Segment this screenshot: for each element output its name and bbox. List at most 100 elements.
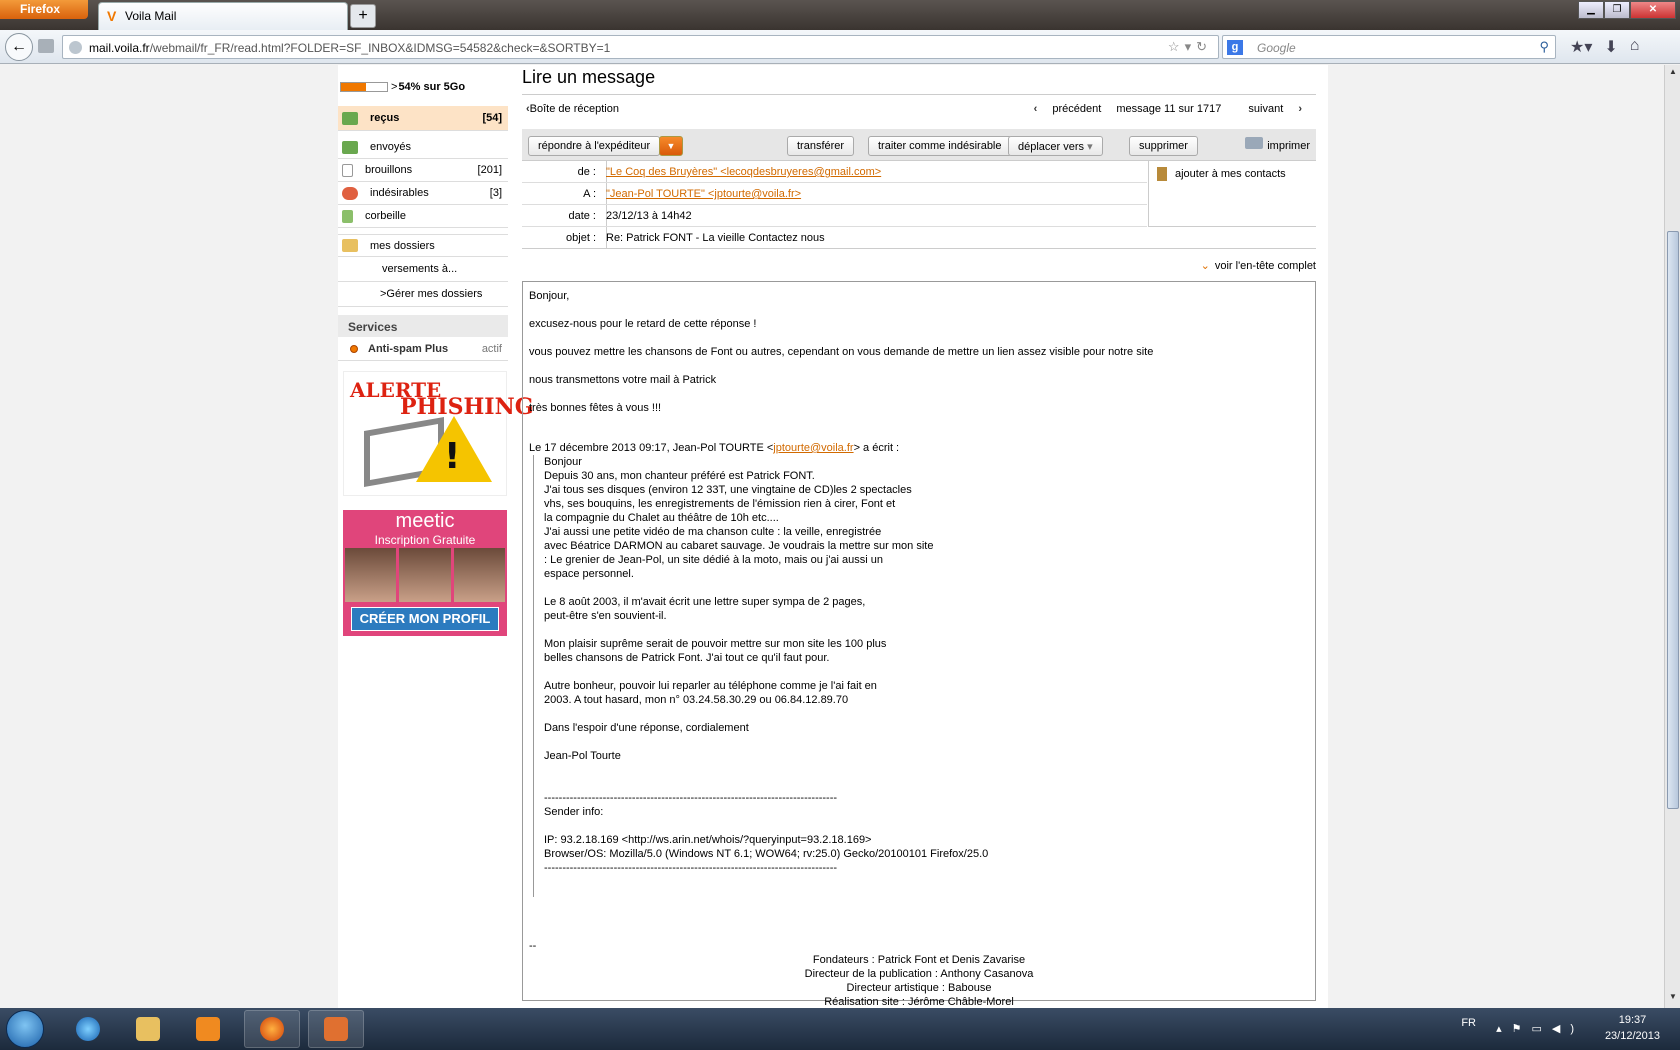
taskbar-app[interactable] — [308, 1010, 364, 1048]
start-button[interactable] — [6, 1010, 44, 1048]
manage-folders-link[interactable]: >Gérer mes dossiers — [338, 282, 508, 307]
draft-icon — [342, 163, 353, 177]
clock[interactable]: 19:37 23/12/2013 — [1605, 1012, 1660, 1044]
toolbar-icons: ★▾ ⬇ ⌂ — [1570, 37, 1639, 57]
quote-line: belles chansons de Patrick Font. J'ai to… — [544, 652, 830, 664]
reply-dropdown-icon[interactable]: ▼ — [659, 136, 683, 156]
back-button[interactable]: ← — [5, 33, 33, 61]
chevron-left-icon: ‹ — [1033, 103, 1041, 115]
maximize-icon[interactable]: ❐ — [1604, 1, 1630, 19]
forward-button[interactable]: transférer — [787, 136, 855, 156]
quote-line: : Le grenier de Jean-Pol, un site dédié … — [544, 554, 884, 566]
folder-label: brouillons — [365, 164, 413, 176]
print-button[interactable]: imprimer — [1245, 137, 1310, 152]
quote-line: ----------------------------------------… — [544, 862, 838, 874]
sent-icon — [342, 140, 358, 154]
quota-bar-fill — [341, 83, 366, 91]
meetic-ad[interactable]: meetic Inscription Gratuite CRÉER MON PR… — [343, 510, 507, 636]
quote-line — [544, 665, 1309, 679]
add-contact-link[interactable]: ajouter à mes contacts — [1148, 161, 1316, 227]
previous-link[interactable]: ‹ précédent — [1022, 103, 1102, 115]
quote-line: Le 8 août 2003, il m'avait écrit une let… — [544, 596, 866, 608]
header-label: objet : — [566, 232, 596, 244]
folder-icon — [136, 1017, 160, 1041]
header-date: date : 23/12/13 à 14h42 — [522, 205, 1147, 227]
to-link[interactable]: "Jean-Pol TOURTE" <jptourte@voila.fr> — [606, 183, 801, 200]
trash-icon — [342, 209, 353, 223]
minimize-icon[interactable]: ▁ — [1578, 1, 1604, 19]
quote-line — [544, 623, 1309, 637]
meetic-logo: meetic — [395, 510, 455, 532]
footer-line: Fondateurs : Patrick Font et Denis Zavar… — [812, 954, 1026, 966]
folder-brouillons[interactable]: brouillons [201] — [338, 159, 508, 182]
quota-indicator: >54% sur 5Go — [338, 65, 508, 101]
language-indicator[interactable]: FR — [1461, 1017, 1476, 1029]
quote-line: Depuis 30 ans, mon chanteur préféré est … — [544, 470, 815, 482]
from-link[interactable]: "Le Coq des Bruyères" <lecoqdesbruyeres@… — [606, 161, 881, 178]
delete-button[interactable]: supprimer — [1129, 136, 1198, 156]
url-bar[interactable]: mail.voila.fr/webmail/fr_FR/read.html?FO… — [62, 35, 1219, 59]
url-bar-tools-icons[interactable]: ☆▾↻ — [1168, 39, 1212, 55]
quote-line — [544, 707, 1309, 721]
next-link[interactable]: suivant › — [1236, 103, 1302, 115]
scroll-up-icon[interactable]: ▲ — [1667, 67, 1679, 81]
phishing-alert-ad[interactable]: ALERTE PHISHING ! — [343, 371, 533, 496]
folder-label: corbeille — [365, 210, 406, 222]
search-icon[interactable]: ⚲ — [1539, 39, 1549, 55]
folder-recus[interactable]: reçus [54] — [338, 106, 508, 131]
quote-line: Bonjour — [544, 456, 582, 468]
tray-icons[interactable]: ▴⚑▭◀) — [1496, 1022, 1584, 1035]
back-to-inbox-link[interactable]: ‹Boîte de réception — [526, 103, 619, 115]
url-domain: mail.voila.fr — [89, 41, 150, 55]
browser-tab-voila-mail[interactable]: V Voila Mail — [98, 2, 348, 30]
message-body: Bonjour, excusez-nous pour le retard de … — [522, 281, 1316, 1008]
quote-intro-text: > a écrit : — [853, 442, 900, 454]
move-to-button[interactable]: déplacer vers ▾ — [1008, 136, 1103, 156]
taskbar-media[interactable] — [180, 1010, 236, 1048]
bookmarks-icon[interactable]: ★▾ — [1570, 37, 1592, 57]
tab-title: Voila Mail — [125, 9, 177, 23]
quote-email-link[interactable]: jptourte@voila.fr — [773, 442, 853, 454]
quote-line: la compagnie du Chalet au théâtre de 10h… — [544, 512, 779, 524]
quote-line: Browser/OS: Mozilla/5.0 (Windows NT 6.1;… — [544, 848, 989, 860]
quote-line: 2003. A tout hasard, mon n° 03.24.58.30.… — [544, 694, 849, 706]
pager: ‹ précédent message 11 sur 1717 suivant … — [1010, 103, 1302, 115]
windows-taskbar: FR ▴⚑▭◀) 19:37 23/12/2013 — [0, 1008, 1680, 1050]
services-title: Services — [338, 315, 508, 337]
search-input[interactable]: g Google ⚲ — [1222, 35, 1556, 59]
quota-bar — [340, 82, 388, 92]
new-tab-button[interactable]: + — [350, 4, 376, 28]
vertical-scrollbar[interactable]: ▲ ▼ — [1664, 65, 1680, 1008]
full-header-link[interactable]: ⌄ voir l'en-tête complet — [522, 249, 1316, 281]
folder-corbeille[interactable]: corbeille — [338, 205, 508, 228]
scrollbar-thumb[interactable] — [1667, 231, 1679, 809]
scroll-down-icon[interactable]: ▼ — [1667, 992, 1679, 1006]
close-icon[interactable]: ✕ — [1630, 1, 1676, 19]
meetic-cta-button[interactable]: CRÉER MON PROFIL — [351, 607, 499, 631]
header-subject: objet : Re: Patrick FONT - La vieille Co… — [522, 227, 1316, 249]
taskbar-explorer[interactable] — [120, 1010, 176, 1048]
folder-indesirables[interactable]: indésirables [3] — [338, 182, 508, 205]
chevron-down-icon: ⌄ — [1200, 260, 1210, 272]
quote-line: Dans l'espoir d'une réponse, cordialemen… — [544, 722, 749, 734]
page-icon — [38, 39, 54, 53]
body-paragraph: nous transmettons votre mail à Patrick — [529, 374, 717, 386]
home-icon[interactable]: ⌂ — [1630, 37, 1640, 57]
subfolder-versements[interactable]: versements à... — [338, 257, 508, 282]
taskbar-firefox[interactable] — [244, 1010, 300, 1048]
folder-envoyes[interactable]: envoyés — [338, 136, 508, 159]
quote-line: Jean-Pol Tourte — [544, 750, 621, 762]
firefox-icon — [260, 1017, 284, 1041]
taskbar-ie[interactable] — [60, 1010, 116, 1048]
folder-mes-dossiers[interactable]: mes dossiers — [338, 234, 508, 257]
sidebar: >54% sur 5Go reçus [54] envoyés brouillo… — [338, 65, 533, 636]
header-to: A : "Jean-Pol TOURTE" <jptourte@voila.fr… — [522, 183, 1147, 205]
antispam-service[interactable]: Anti-spam Plus actif — [338, 337, 508, 361]
firefox-menu-button[interactable]: Firefox — [0, 0, 88, 19]
chevron-right-icon: › — [1295, 103, 1302, 115]
back-label: Boîte de réception — [529, 103, 619, 115]
mark-spam-button[interactable]: traiter comme indésirable — [868, 136, 1012, 156]
reply-button[interactable]: répondre à l'expéditeur — [528, 136, 661, 156]
downloads-icon[interactable]: ⬇ — [1604, 37, 1617, 57]
message-position: message 11 sur 1717 — [1116, 103, 1222, 115]
